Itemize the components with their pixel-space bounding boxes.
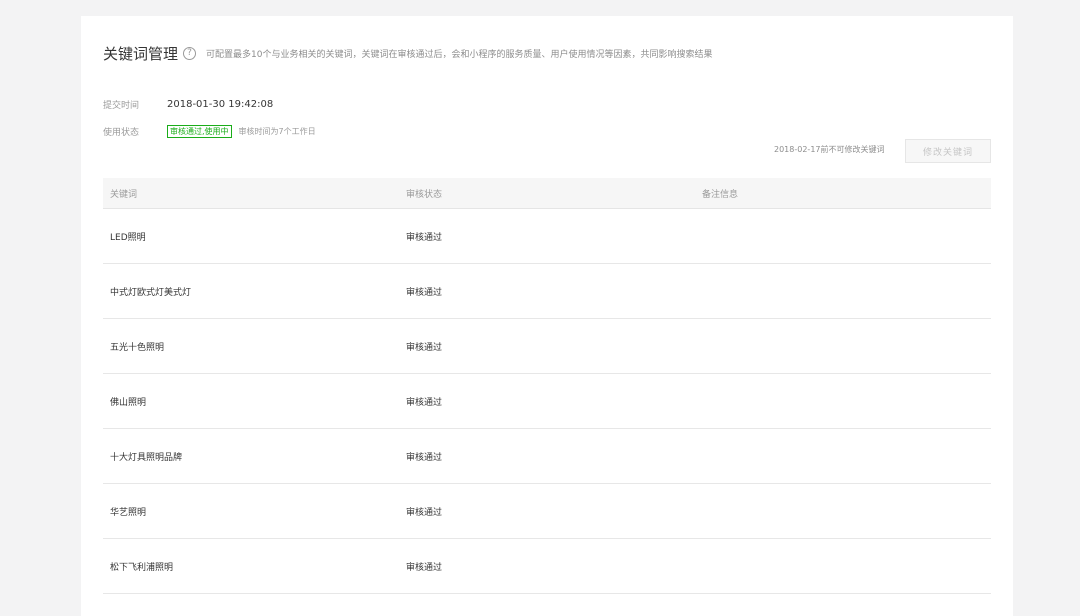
submit-time-row: 提交时间 2018-01-30 19:42:08 (103, 96, 273, 112)
keyword-cell: LED照明 (110, 232, 146, 243)
status-cell: 审核通过 (406, 287, 443, 298)
keyword-table: 关键词 审核状态 备注信息 LED照明 审核通过 中式灯欧式灯美式灯 审核通过 … (103, 178, 991, 594)
usage-status-label: 使用状态 (103, 127, 140, 138)
keyword-cell: 华艺照明 (110, 507, 147, 518)
status-cell: 审核通过 (406, 232, 443, 243)
status-cell: 审核通过 (406, 562, 443, 573)
keyword-cell: 五光十色照明 (110, 342, 165, 353)
modify-keywords-button[interactable]: 修改关键词 (905, 139, 991, 163)
page-description: 可配置最多10个与业务相关的关键词，关键词在审核通过后，会和小程序的服务质量、用… (206, 49, 713, 60)
column-header-status: 审核状态 (406, 189, 443, 200)
help-icon[interactable]: ? (183, 46, 197, 60)
table-row: LED照明 审核通过 (103, 209, 991, 264)
table-row: 佛山照明 审核通过 (103, 374, 991, 429)
keyword-cell: 佛山照明 (110, 397, 147, 408)
status-cell: 审核通过 (406, 452, 443, 463)
table-row: 五光十色照明 审核通过 (103, 319, 991, 374)
keyword-cell: 中式灯欧式灯美式灯 (110, 287, 192, 298)
page-title: 关键词管理 (103, 44, 179, 63)
table-row: 十大灯具照明品牌 审核通过 (103, 429, 991, 484)
usage-status-row: 使用状态 审核通过,使用中 审核时间为7个工作日 (103, 123, 316, 139)
status-cell: 审核通过 (406, 507, 443, 518)
table-row: 中式灯欧式灯美式灯 审核通过 (103, 264, 991, 319)
keyword-management-panel: 关键词管理 ? 可配置最多10个与业务相关的关键词，关键词在审核通过后，会和小程… (81, 16, 1013, 616)
review-time-note: 审核时间为7个工作日 (238, 126, 316, 136)
status-cell: 审核通过 (406, 342, 443, 353)
keyword-cell: 十大灯具照明品牌 (110, 452, 183, 463)
modify-restriction-note: 2018-02-17前不可修改关键词 (774, 145, 885, 154)
page-header: 关键词管理 ? 可配置最多10个与业务相关的关键词，关键词在审核通过后，会和小程… (103, 42, 712, 64)
status-cell: 审核通过 (406, 397, 443, 408)
column-header-keyword: 关键词 (110, 189, 138, 200)
table-header: 关键词 审核状态 备注信息 (103, 178, 991, 209)
column-header-remark: 备注信息 (702, 189, 739, 200)
table-row: 松下飞利浦照明 审核通过 (103, 539, 991, 594)
status-badge: 审核通过,使用中 (167, 124, 232, 138)
keyword-cell: 松下飞利浦照明 (110, 562, 174, 573)
table-row: 华艺照明 审核通过 (103, 484, 991, 539)
submit-time-value: 2018-01-30 19:42:08 (167, 98, 274, 110)
submit-time-label: 提交时间 (103, 100, 140, 111)
